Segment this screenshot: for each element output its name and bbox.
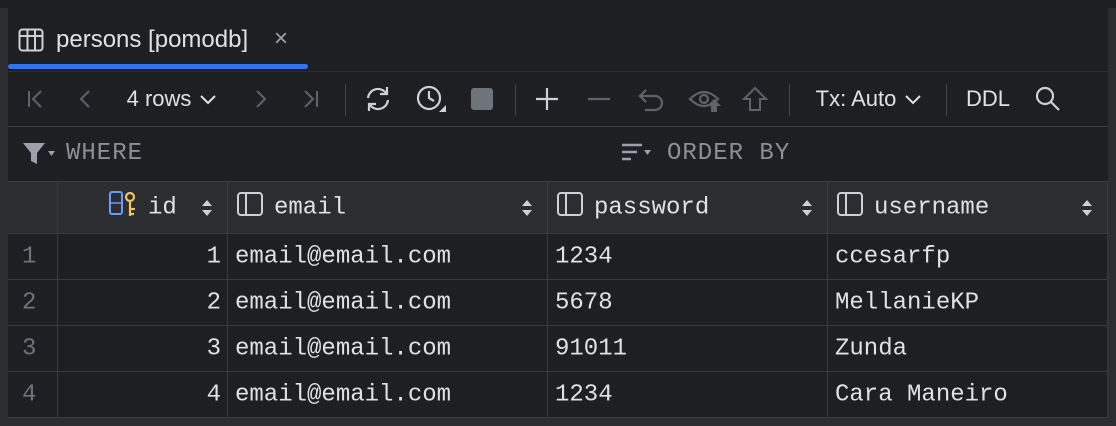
row-number: 3	[8, 326, 58, 372]
cell-username[interactable]: Cara Maneiro	[828, 372, 1108, 418]
cell-password[interactable]: 5678	[548, 280, 828, 326]
search-icon	[1035, 86, 1060, 111]
cell-id[interactable]: 4	[58, 372, 228, 418]
column-icon	[836, 191, 864, 225]
first-page-icon	[28, 90, 42, 108]
column-header-label: email	[274, 194, 347, 221]
delete-row-button[interactable]	[582, 72, 616, 126]
minus-icon	[588, 97, 610, 101]
column-header-password[interactable]: password	[548, 182, 828, 234]
undo-icon	[638, 89, 664, 112]
chevron-left-icon	[79, 90, 90, 108]
refresh-icon	[366, 87, 390, 111]
cell-password[interactable]: 91011	[548, 326, 828, 372]
row-number: 1	[8, 234, 58, 280]
rows-label: 4 rows	[126, 86, 192, 111]
column-header-username[interactable]: username	[828, 182, 1108, 234]
next-page-button[interactable]	[242, 72, 278, 126]
toolbar-separator	[946, 84, 947, 116]
column-header-label: password	[594, 194, 710, 221]
revert-button[interactable]	[634, 72, 668, 126]
row-number: 2	[8, 280, 58, 326]
table-row[interactable]: 4 4 email@email.com 1234 Cara Maneiro	[8, 372, 1108, 418]
ddl-label: DDL	[965, 86, 1010, 111]
transaction-mode-selector[interactable]: Tx: Auto	[806, 72, 932, 126]
toolbar-separator	[789, 84, 790, 116]
cell-email[interactable]: email@email.com	[228, 372, 548, 418]
previous-page-button[interactable]	[68, 72, 104, 126]
last-page-button[interactable]	[292, 72, 328, 126]
data-editor: persons [pomodb] × 4 rows Tx: Auto DDL W…	[8, 8, 1108, 418]
row-number: 4	[8, 372, 58, 418]
tab-active-indicator	[8, 64, 308, 69]
arrow-up-icon	[742, 86, 768, 111]
sort-arrows-icon[interactable]	[201, 198, 213, 218]
toolbar: 4 rows Tx: Auto DDL	[8, 71, 1108, 127]
corner-cell	[8, 182, 58, 234]
sort-icon	[622, 143, 651, 161]
clock-icon	[416, 85, 446, 112]
sort-arrows-icon[interactable]	[521, 198, 533, 218]
close-icon[interactable]: ×	[274, 25, 288, 53]
window-top-strip	[0, 0, 1116, 8]
ddl-button[interactable]: DDL	[958, 72, 1018, 126]
plus-icon	[536, 88, 558, 110]
where-filter[interactable]: WHERE	[20, 126, 580, 181]
view-query-button[interactable]	[684, 72, 728, 126]
first-page-button[interactable]	[18, 72, 54, 126]
eye-upload-icon	[688, 90, 721, 112]
order-by-label: ORDER BY	[667, 140, 791, 167]
tx-label: Tx: Auto	[815, 86, 897, 111]
cell-id[interactable]: 2	[58, 280, 228, 326]
column-icon	[236, 191, 264, 225]
filter-icon	[23, 143, 55, 164]
primary-key-icon	[108, 189, 140, 227]
stop-button[interactable]	[466, 72, 498, 126]
column-header-email[interactable]: email	[228, 182, 548, 234]
reload-button[interactable]	[358, 72, 398, 126]
add-row-button[interactable]	[530, 72, 564, 126]
table-row[interactable]: 3 3 email@email.com 91011 Zunda	[8, 326, 1108, 372]
filter-bar: WHERE ORDER BY	[8, 126, 1108, 182]
order-by-filter[interactable]: ORDER BY	[618, 126, 1098, 181]
history-button[interactable]	[410, 72, 454, 126]
column-icon	[556, 191, 584, 225]
cell-password[interactable]: 1234	[548, 372, 828, 418]
column-header-label: username	[874, 194, 990, 221]
tab-persons[interactable]: persons [pomodb] ×	[8, 8, 308, 71]
cell-username[interactable]: MellanieKP	[828, 280, 1108, 326]
cell-email[interactable]: email@email.com	[228, 234, 548, 280]
tab-title: persons [pomodb]	[56, 26, 249, 53]
cell-id[interactable]: 3	[58, 326, 228, 372]
chevron-right-icon	[256, 90, 267, 108]
table-row[interactable]: 1 1 email@email.com 1234 ccesarfp	[8, 234, 1108, 280]
cell-username[interactable]: Zunda	[828, 326, 1108, 372]
toolbar-separator	[515, 84, 516, 116]
sort-arrows-icon[interactable]	[801, 198, 813, 218]
where-label: WHERE	[66, 140, 144, 167]
cell-username[interactable]: ccesarfp	[828, 234, 1108, 280]
cell-email[interactable]: email@email.com	[228, 326, 548, 372]
chevron-down-icon	[200, 95, 217, 105]
column-header-id[interactable]: id	[58, 182, 228, 234]
column-header-label: id	[148, 194, 177, 221]
table-row[interactable]: 2 2 email@email.com 5678 MellanieKP	[8, 280, 1108, 326]
sort-arrows-icon[interactable]	[1081, 198, 1093, 218]
cell-id[interactable]: 1	[58, 234, 228, 280]
stop-icon	[471, 88, 493, 110]
header-row: id email password username	[8, 182, 1108, 234]
last-page-icon	[304, 90, 318, 108]
chevron-down-icon	[905, 95, 922, 105]
cell-email[interactable]: email@email.com	[228, 280, 548, 326]
rows-selector[interactable]: 4 rows	[116, 72, 228, 126]
cell-password[interactable]: 1234	[548, 234, 828, 280]
table-icon	[18, 28, 44, 52]
submit-button[interactable]	[738, 72, 772, 126]
toolbar-separator	[345, 84, 346, 116]
search-button[interactable]	[1030, 72, 1066, 126]
